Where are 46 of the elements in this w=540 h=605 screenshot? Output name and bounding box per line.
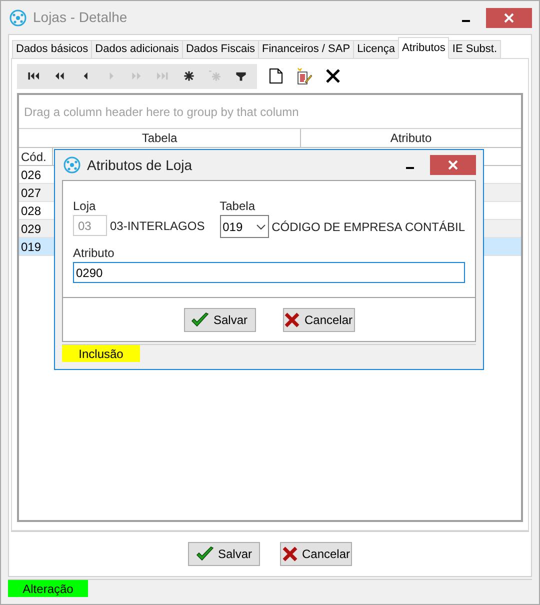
tab[interactable]: Licença [353, 40, 399, 59]
store-code-field: 03 [73, 215, 107, 236]
new-document-icon[interactable] [269, 68, 283, 84]
tab[interactable]: Dados adicionais [91, 40, 183, 59]
save-button[interactable]: Salvar [188, 542, 260, 566]
field-label: Atributo [73, 245, 116, 262]
status-label: Alteração [8, 580, 88, 597]
tab[interactable]: Financeiros / SAP [258, 40, 354, 59]
tab[interactable]: Dados Fiscais [182, 40, 260, 59]
attribute-input[interactable]: 0290 [73, 262, 465, 283]
group-by-hint: Drag a column header here to group by that column [24, 104, 299, 120]
cancel-button[interactable]: Cancelar [280, 542, 352, 566]
checkmark-icon [196, 546, 214, 562]
app-logo-icon [63, 156, 81, 174]
save-button[interactable]: Salvar [184, 308, 256, 332]
chevron-down-icon [256, 224, 266, 230]
cross-icon [284, 312, 300, 328]
cancel-button[interactable]: Cancelar [282, 308, 354, 332]
edit-document-icon[interactable] [295, 67, 313, 85]
tab[interactable]: Dados básicos [12, 40, 92, 59]
cross-icon [282, 546, 298, 562]
band-header[interactable]: Tabela [19, 129, 301, 147]
table-cell-text: 027 [20, 184, 42, 202]
status-label: Inclusão [62, 345, 140, 362]
tab[interactable]: IE Subst. [448, 40, 502, 59]
band-header[interactable]: Atributo [301, 129, 521, 147]
close-button[interactable] [486, 8, 532, 28]
close-icon [504, 12, 514, 22]
close-button[interactable] [430, 155, 476, 175]
store-name: 03-INTERLAGOS [110, 218, 205, 234]
app-logo-icon [9, 8, 27, 26]
table-dropdown[interactable]: 019 [220, 215, 269, 238]
dialog-title: Atributos de Loja [87, 156, 192, 175]
table-cell-text: 026 [20, 166, 42, 184]
column-header[interactable]: Cód. [19, 148, 53, 165]
close-icon [448, 160, 458, 170]
delete-icon[interactable] [325, 68, 341, 84]
tab[interactable]: Atributos [398, 37, 450, 59]
table-cell-text: 029 [20, 220, 42, 238]
table-cell-text: 028 [20, 202, 42, 220]
field-label: Tabela [220, 198, 256, 215]
table-cell-text: 019 [20, 238, 42, 256]
table-description: CÓDIGO DE EMPRESA CONTÁBIL [272, 218, 465, 236]
checkmark-icon [191, 312, 210, 328]
window-title: Lojas - Detalhe [33, 8, 128, 27]
field-label: Loja [73, 198, 97, 215]
